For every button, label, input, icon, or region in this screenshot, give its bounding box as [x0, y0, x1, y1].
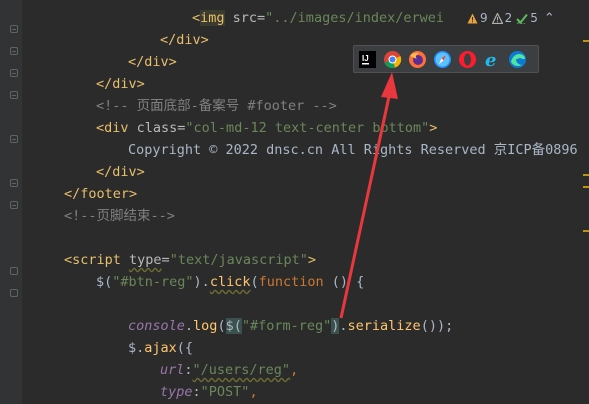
- intellij-icon[interactable]: IJ: [358, 50, 377, 69]
- typos-count: 5: [530, 11, 538, 25]
- opera-icon[interactable]: [458, 50, 477, 69]
- fold-marker-icon[interactable]: [10, 201, 18, 209]
- warnings-counter[interactable]: 9: [467, 11, 488, 25]
- fold-marker-icon[interactable]: [10, 267, 18, 275]
- scrollbar-warning-mark[interactable]: [583, 186, 589, 188]
- safari-icon[interactable]: [433, 50, 452, 69]
- code-token: </div>: [96, 76, 145, 92]
- fold-marker-icon[interactable]: [10, 69, 18, 77]
- code-token: click: [209, 274, 251, 290]
- code-token: .: [339, 318, 348, 334]
- code-token: type: [160, 384, 193, 400]
- ie-icon[interactable]: e: [483, 50, 502, 71]
- code-token: ());: [420, 318, 454, 334]
- scrollbar-warning-mark[interactable]: [583, 174, 589, 176]
- code-token: "col-md-12 text-center bottom": [185, 120, 430, 136]
- code-token: .: [184, 318, 194, 334]
- warnings-count: 9: [480, 11, 488, 25]
- code-token: log: [193, 318, 218, 334]
- code-token: url: [160, 362, 185, 378]
- code-token: "text/javascript": [169, 252, 308, 268]
- code-token: $(: [96, 274, 113, 290]
- chevron-up-icon[interactable]: ⌃: [544, 11, 555, 26]
- code-token: >: [429, 120, 438, 136]
- code-token: :: [184, 362, 193, 378]
- warning-icon: [467, 13, 478, 23]
- fold-marker-icon[interactable]: [10, 47, 18, 55]
- code-token: </div>: [128, 54, 177, 70]
- code-line[interactable]: <div class="col-md-12 text-center bottom…: [96, 117, 437, 139]
- code-token: ajax: [144, 340, 177, 356]
- code-token: <script: [64, 252, 130, 268]
- chrome-icon[interactable]: [383, 50, 402, 69]
- code-token: serialize: [347, 318, 421, 334]
- code-line[interactable]: </div>: [96, 73, 145, 95]
- code-token: ).: [193, 274, 210, 290]
- code-line[interactable]: url:"/users/reg",: [160, 359, 298, 381]
- code-token: function: [258, 274, 324, 290]
- code-token: "POST": [200, 384, 250, 400]
- typos-counter[interactable]: 5: [516, 11, 538, 25]
- code-token: <!--页脚结束-->: [64, 208, 175, 224]
- weak-warnings-counter[interactable]: 2: [491, 11, 513, 25]
- code-line[interactable]: console.log($("#form-reg").serialize());: [128, 315, 453, 337]
- code-token: img: [200, 10, 225, 26]
- code-token: Copyright © 2022 dnsc.cn All Rights Rese…: [128, 142, 578, 158]
- code-token: () {: [323, 274, 365, 290]
- code-line[interactable]: </footer>: [64, 183, 137, 205]
- fold-marker-icon[interactable]: [10, 91, 18, 99]
- code-token: src=: [224, 10, 266, 26]
- code-token: ({: [176, 340, 194, 356]
- fold-marker-icon[interactable]: [10, 179, 18, 187]
- code-token: </footer>: [64, 186, 138, 202]
- code-line[interactable]: Copyright © 2022 dnsc.cn All Rights Rese…: [128, 139, 578, 161]
- code-token: $.: [128, 340, 145, 356]
- code-line[interactable]: </div>: [160, 29, 209, 51]
- edge-icon[interactable]: [508, 50, 527, 69]
- svg-text:IJ: IJ: [362, 54, 369, 63]
- code-token: type: [129, 252, 162, 268]
- code-token: <: [192, 10, 201, 26]
- code-token: >: [307, 252, 316, 268]
- code-token: console: [128, 318, 185, 334]
- code-line[interactable]: </div>: [96, 161, 145, 183]
- fold-marker-icon[interactable]: [10, 289, 18, 297]
- code-line[interactable]: </div>: [128, 51, 177, 73]
- code-token: "#btn-reg": [112, 274, 194, 290]
- typo-check-icon: [516, 13, 529, 24]
- code-token: </div>: [160, 32, 209, 48]
- code-line[interactable]: <!--页脚结束-->: [64, 205, 175, 227]
- code-token: (: [217, 318, 226, 334]
- code-token: (: [250, 274, 259, 290]
- code-token: class=: [136, 120, 186, 136]
- svg-text:e: e: [485, 50, 496, 69]
- code-line[interactable]: <img src="../images/index/erwei: [192, 7, 444, 29]
- code-line[interactable]: $("#btn-reg").click(function () {: [96, 271, 364, 293]
- code-token: <div: [96, 120, 137, 136]
- weak-warning-icon: [491, 12, 503, 24]
- code-token: "#form-reg": [241, 318, 332, 334]
- fold-marker-icon[interactable]: [10, 135, 18, 143]
- browser-popup: IJ e: [353, 45, 539, 73]
- scrollbar-warning-mark[interactable]: [583, 40, 589, 42]
- code-token: :: [192, 384, 201, 400]
- fold-marker-icon[interactable]: [10, 25, 18, 33]
- code-token: $(: [225, 318, 242, 334]
- code-token: </div>: [96, 164, 145, 180]
- code-line[interactable]: <!-- 页面底部-备案号 #footer -->: [96, 95, 337, 117]
- code-line[interactable]: $.ajax({: [128, 337, 193, 359]
- weak-warnings-count: 2: [504, 11, 513, 25]
- code-token: ,: [249, 384, 258, 400]
- code-token: "/users/reg": [192, 362, 291, 378]
- scrollbar-warning-mark[interactable]: [583, 230, 589, 232]
- inspection-widget[interactable]: 9 2 5 ⌃: [467, 7, 589, 29]
- code-token: "../images/index/erwei: [265, 10, 444, 26]
- code-line[interactable]: type:"POST",: [160, 381, 258, 403]
- code-token: <!-- 页面底部-备案号 #footer -->: [96, 98, 337, 114]
- code-line[interactable]: <script type="text/javascript">: [64, 249, 316, 271]
- code-token: =: [161, 252, 170, 268]
- code-token: ,: [290, 362, 299, 378]
- firefox-icon[interactable]: [408, 50, 427, 69]
